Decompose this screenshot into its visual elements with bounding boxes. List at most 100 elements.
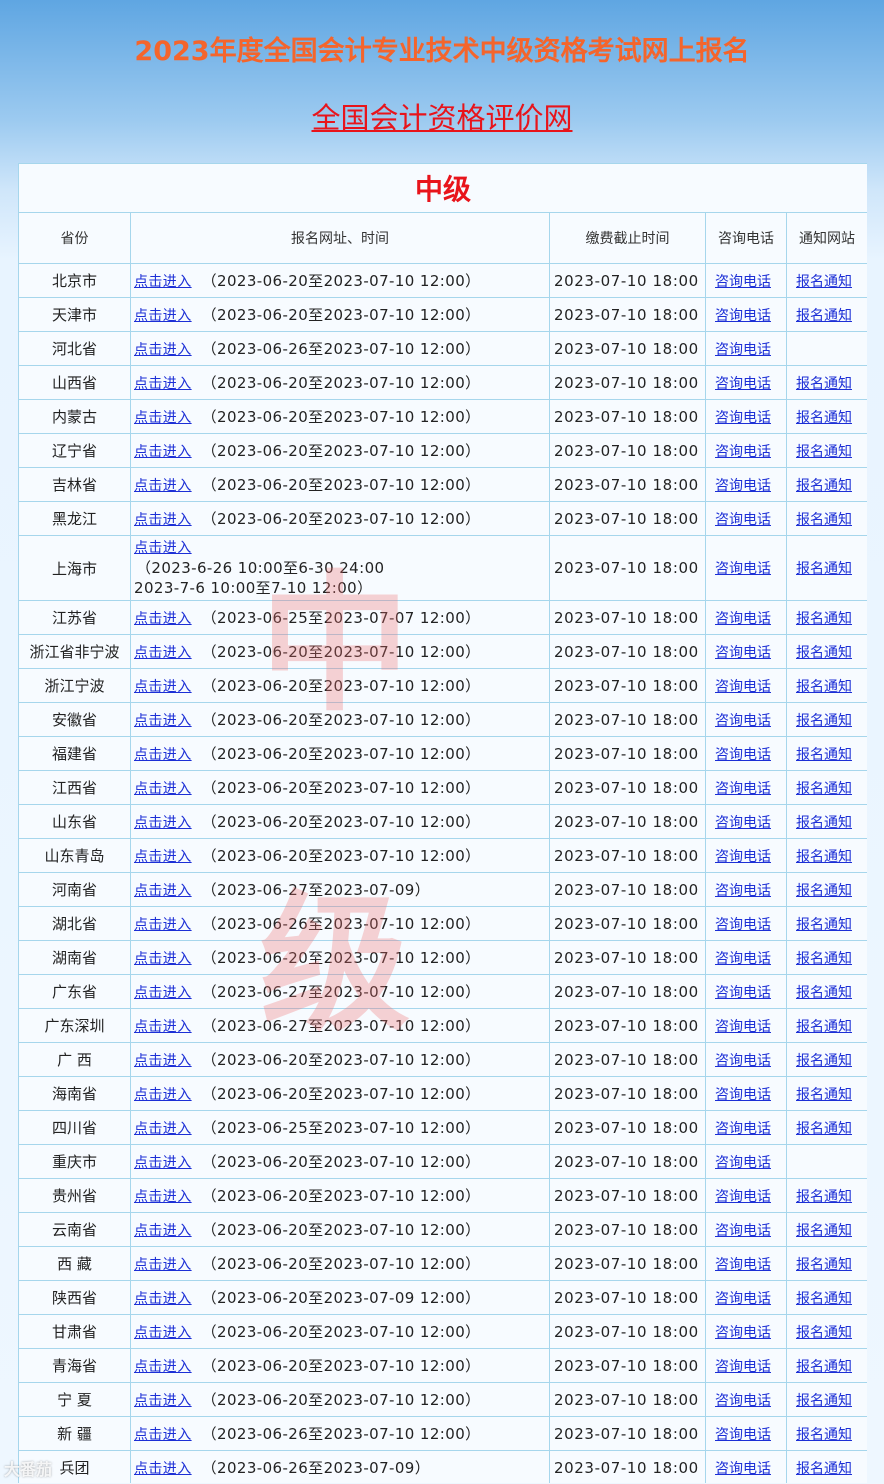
notice-link[interactable]: 报名通知 [796, 1121, 852, 1137]
enter-registration-link[interactable]: 点击进入 [134, 1019, 192, 1035]
enter-registration-link[interactable]: 点击进入 [134, 1155, 192, 1171]
phone-link[interactable]: 咨询电话 [715, 679, 771, 695]
enter-registration-link[interactable]: 点击进入 [134, 917, 192, 933]
notice-link[interactable]: 报名通知 [796, 781, 852, 797]
notice-link[interactable]: 报名通知 [796, 1461, 852, 1477]
phone-link[interactable]: 咨询电话 [715, 815, 771, 831]
enter-registration-link[interactable]: 点击进入 [134, 611, 192, 627]
notice-link[interactable]: 报名通知 [796, 274, 852, 290]
phone-link[interactable]: 咨询电话 [715, 645, 771, 661]
enter-registration-link[interactable]: 点击进入 [134, 478, 192, 494]
phone-link[interactable]: 咨询电话 [715, 376, 771, 392]
enter-registration-link[interactable]: 点击进入 [134, 645, 192, 661]
phone-link[interactable]: 咨询电话 [715, 1359, 771, 1375]
notice-link[interactable]: 报名通知 [796, 951, 852, 967]
enter-registration-link[interactable]: 点击进入 [134, 1257, 192, 1273]
notice-link[interactable]: 报名通知 [796, 1019, 852, 1035]
enter-registration-link[interactable]: 点击进入 [134, 747, 192, 763]
phone-link[interactable]: 咨询电话 [715, 308, 771, 324]
enter-registration-link[interactable]: 点击进入 [134, 274, 192, 290]
phone-link[interactable]: 咨询电话 [715, 1087, 771, 1103]
enter-registration-link[interactable]: 点击进入 [134, 815, 192, 831]
enter-registration-link[interactable]: 点击进入 [134, 883, 192, 899]
phone-link[interactable]: 咨询电话 [715, 883, 771, 899]
notice-link[interactable]: 报名通知 [796, 917, 852, 933]
enter-registration-link[interactable]: 点击进入 [134, 679, 192, 695]
notice-link[interactable]: 报名通知 [796, 713, 852, 729]
notice-link[interactable]: 报名通知 [796, 1427, 852, 1443]
notice-link[interactable]: 报名通知 [796, 645, 852, 661]
phone-link[interactable]: 咨询电话 [715, 1291, 771, 1307]
notice-link[interactable]: 报名通知 [796, 1291, 852, 1307]
phone-link[interactable]: 咨询电话 [715, 1427, 771, 1443]
site-link[interactable]: 全国会计资格评价网 [0, 98, 884, 138]
notice-link[interactable]: 报名通知 [796, 985, 852, 1001]
enter-registration-link[interactable]: 点击进入 [134, 1359, 192, 1375]
phone-link[interactable]: 咨询电话 [715, 951, 771, 967]
enter-registration-link[interactable]: 点击进入 [134, 512, 192, 528]
notice-link[interactable]: 报名通知 [796, 1325, 852, 1341]
phone-link[interactable]: 咨询电话 [715, 747, 771, 763]
notice-link[interactable]: 报名通知 [796, 1087, 852, 1103]
notice-link[interactable]: 报名通知 [796, 478, 852, 494]
phone-link[interactable]: 咨询电话 [715, 849, 771, 865]
phone-link[interactable]: 咨询电话 [715, 1053, 771, 1069]
enter-registration-link[interactable]: 点击进入 [134, 444, 192, 460]
notice-link[interactable]: 报名通知 [796, 410, 852, 426]
phone-link[interactable]: 咨询电话 [715, 1393, 771, 1409]
enter-registration-link[interactable]: 点击进入 [134, 376, 192, 392]
enter-registration-link[interactable]: 点击进入 [134, 410, 192, 426]
phone-link[interactable]: 咨询电话 [715, 1019, 771, 1035]
notice-link[interactable]: 报名通知 [796, 308, 852, 324]
phone-link[interactable]: 咨询电话 [715, 1155, 771, 1171]
notice-link[interactable]: 报名通知 [796, 1393, 852, 1409]
phone-link[interactable]: 咨询电话 [715, 274, 771, 290]
phone-link[interactable]: 咨询电话 [715, 1189, 771, 1205]
phone-link[interactable]: 咨询电话 [715, 611, 771, 627]
notice-link[interactable]: 报名通知 [796, 561, 852, 577]
enter-registration-link[interactable]: 点击进入 [134, 1189, 192, 1205]
enter-registration-link[interactable]: 点击进入 [134, 1427, 192, 1443]
phone-link[interactable]: 咨询电话 [715, 713, 771, 729]
phone-link[interactable]: 咨询电话 [715, 781, 771, 797]
enter-registration-link[interactable]: 点击进入 [134, 1121, 192, 1137]
notice-link[interactable]: 报名通知 [796, 1359, 852, 1375]
enter-registration-link[interactable]: 点击进入 [134, 781, 192, 797]
notice-link[interactable]: 报名通知 [796, 747, 852, 763]
notice-link[interactable]: 报名通知 [796, 1223, 852, 1239]
notice-link[interactable]: 报名通知 [796, 883, 852, 899]
phone-link[interactable]: 咨询电话 [715, 410, 771, 426]
notice-link[interactable]: 报名通知 [796, 512, 852, 528]
notice-link[interactable]: 报名通知 [796, 1257, 852, 1273]
notice-link[interactable]: 报名通知 [796, 1189, 852, 1205]
enter-registration-link[interactable]: 点击进入 [134, 1325, 192, 1341]
phone-link[interactable]: 咨询电话 [715, 561, 771, 577]
enter-registration-link[interactable]: 点击进入 [134, 1291, 192, 1307]
phone-link[interactable]: 咨询电话 [715, 985, 771, 1001]
phone-link[interactable]: 咨询电话 [715, 1223, 771, 1239]
phone-link[interactable]: 咨询电话 [715, 478, 771, 494]
notice-link[interactable]: 报名通知 [796, 679, 852, 695]
enter-registration-link[interactable]: 点击进入 [134, 342, 192, 358]
phone-link[interactable]: 咨询电话 [715, 1121, 771, 1137]
notice-link[interactable]: 报名通知 [796, 1053, 852, 1069]
notice-link[interactable]: 报名通知 [796, 376, 852, 392]
phone-link[interactable]: 咨询电话 [715, 342, 771, 358]
enter-registration-link[interactable]: 点击进入 [134, 1053, 192, 1069]
enter-registration-link[interactable]: 点击进入 [134, 985, 192, 1001]
enter-registration-link[interactable]: 点击进入 [134, 849, 192, 865]
phone-link[interactable]: 咨询电话 [715, 917, 771, 933]
notice-link[interactable]: 报名通知 [796, 611, 852, 627]
enter-registration-link[interactable]: 点击进入 [134, 713, 192, 729]
phone-link[interactable]: 咨询电话 [715, 1325, 771, 1341]
enter-registration-link[interactable]: 点击进入 [134, 1393, 192, 1409]
notice-link[interactable]: 报名通知 [796, 815, 852, 831]
enter-registration-link[interactable]: 点击进入 [134, 951, 192, 967]
phone-link[interactable]: 咨询电话 [715, 1257, 771, 1273]
enter-registration-link[interactable]: 点击进入 [134, 1223, 192, 1239]
notice-link[interactable]: 报名通知 [796, 849, 852, 865]
enter-registration-link[interactable]: 点击进入 [134, 1087, 192, 1103]
phone-link[interactable]: 咨询电话 [715, 512, 771, 528]
notice-link[interactable]: 报名通知 [796, 444, 852, 460]
enter-registration-link[interactable]: 点击进入 [134, 308, 192, 324]
